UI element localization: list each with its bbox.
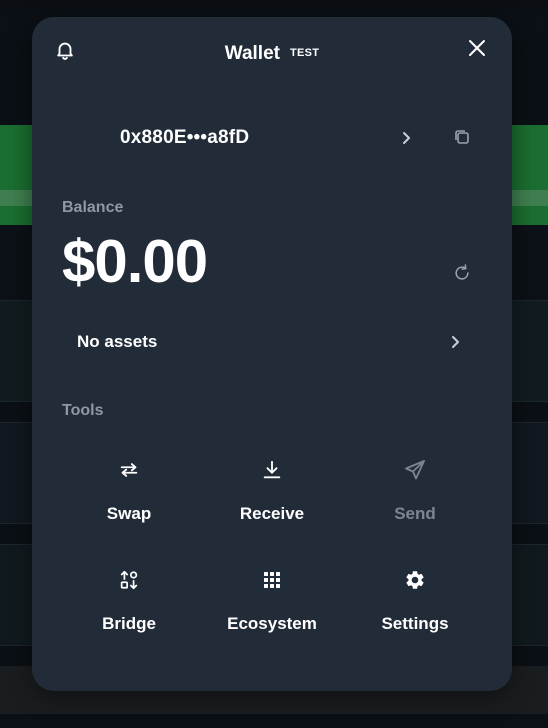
refresh-icon xyxy=(455,264,469,280)
modal-header: Wallet TEST xyxy=(32,43,512,65)
swap-icon xyxy=(117,458,141,482)
assets-row[interactable]: No assets xyxy=(62,322,472,362)
chevron-right-icon xyxy=(445,331,465,353)
tools-label: Tools xyxy=(62,402,104,419)
settings-button[interactable]: Settings xyxy=(345,568,485,648)
bridge-icon xyxy=(117,568,141,592)
balance-amount: $0.00 xyxy=(62,228,208,295)
grid-icon xyxy=(260,568,284,592)
wallet-address: 0x880E•••a8fD xyxy=(120,127,250,148)
account-details-button[interactable] xyxy=(396,127,416,149)
send-icon xyxy=(403,458,427,482)
bridge-button[interactable]: Bridge xyxy=(59,568,199,648)
assets-label: No assets xyxy=(77,332,158,351)
copy-icon xyxy=(455,130,469,144)
close-button[interactable] xyxy=(464,35,490,61)
ecosystem-button[interactable]: Ecosystem xyxy=(202,568,342,648)
download-icon xyxy=(260,458,284,482)
receive-button[interactable]: Receive xyxy=(202,458,342,538)
receive-label: Receive xyxy=(239,504,305,523)
modal-title: Wallet xyxy=(224,43,280,64)
close-icon xyxy=(469,40,485,56)
gear-icon xyxy=(403,568,427,592)
swap-label: Swap xyxy=(106,504,152,523)
swap-button[interactable]: Swap xyxy=(59,458,199,538)
chevron-right-icon xyxy=(403,132,410,144)
account-address-row[interactable]: 0x880E•••a8fD xyxy=(120,123,480,153)
refresh-balance-button[interactable] xyxy=(450,261,474,285)
wallet-modal: Wallet TEST 0x880E•••a8fD Balance $0.00 N… xyxy=(32,17,512,691)
bridge-label: Bridge xyxy=(102,614,156,633)
send-label: Send xyxy=(394,504,436,523)
ecosystem-label: Ecosystem xyxy=(227,614,317,633)
network-badge: TEST xyxy=(289,47,320,59)
copy-address-button[interactable] xyxy=(450,125,474,149)
send-button[interactable]: Send xyxy=(345,458,485,538)
settings-label: Settings xyxy=(381,614,449,633)
balance-label: Balance xyxy=(62,199,124,216)
